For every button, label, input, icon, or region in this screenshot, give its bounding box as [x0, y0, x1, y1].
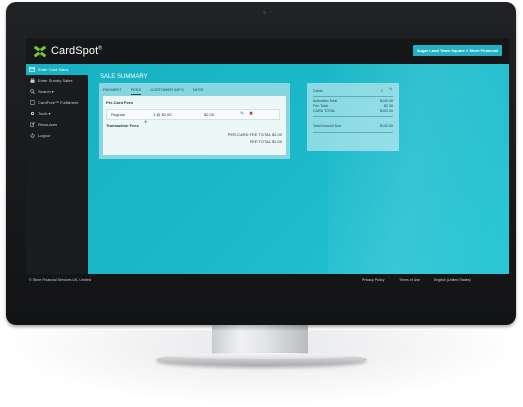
page-title: SALE SUMMARY: [100, 74, 148, 80]
footer: © Store Financial Services US, Limited P…: [26, 274, 509, 288]
sidebar-item-label: Enter Sundry Sales: [38, 78, 73, 83]
fee-total: FEE TOTAL $2.00: [249, 139, 282, 144]
sidebar-item-cardfree-fulfillment[interactable]: CardFree™ Fulfillment: [26, 97, 88, 108]
sidebar-item-search[interactable]: Search ▾: [26, 86, 88, 97]
transaction-fees-heading: Transaction Fees: [106, 123, 139, 128]
fee-total-value: $2.00: [384, 104, 393, 108]
sidebar-item-label: Search ▾: [38, 89, 54, 94]
sidebar-item-label: Enter Card Sales: [38, 67, 69, 72]
tab-payment[interactable]: PAYMENT: [103, 87, 122, 95]
main-content: SALE SUMMARY PAYMENT FEES CUSTOMER INFO …: [88, 64, 509, 274]
activation-total-value: $100.00: [380, 99, 393, 103]
privacy-policy-link[interactable]: Privacy Policy: [362, 278, 384, 282]
fee-row: Regular 1 @ $2.00 $2.00 ✎ ✖: [106, 109, 280, 120]
sidebar-item-label: Tools ▾: [38, 111, 51, 116]
sale-summary-panel: PAYMENT FEES CUSTOMER INFO NOTE Per-Card…: [99, 83, 290, 159]
sensor-dot: [270, 11, 272, 13]
fee-name: Regular: [111, 112, 126, 117]
card-icon: [29, 67, 35, 73]
card-total-value: $102.00: [380, 109, 393, 113]
sidebar-item-label: CardFree™ Fulfillment: [38, 100, 79, 105]
app-screen: CardSpot® Sugar Land Town Square > Store…: [26, 38, 509, 288]
fees-section: Per-Card Fees Regular 1 @ $2.00 $2.00 ✎ …: [103, 96, 286, 155]
edit-pencil-icon[interactable]: ✎: [240, 111, 244, 117]
search-icon: [29, 89, 35, 95]
sidebar-item-resources[interactable]: Resources: [26, 119, 88, 130]
per-card-fee-total: PER-CARD FEE TOTAL $2.00: [227, 132, 282, 137]
doc-icon: [29, 100, 35, 106]
cards-summary-panel: Cards 1 ✎ Activation Total $100.00 Fee T…: [307, 83, 399, 151]
tab-fees[interactable]: FEES: [130, 87, 142, 95]
stand-base-top: [170, 353, 353, 359]
amount-due-label: Total Amount Due: [313, 124, 342, 128]
edit-cards-icon[interactable]: ✎: [389, 87, 393, 93]
divider: [313, 116, 393, 117]
bag-icon: [29, 78, 35, 84]
logo-mark-icon: [33, 45, 47, 58]
divider: [313, 96, 393, 97]
sidebar-item-enter-card-sales[interactable]: Enter Card Sales: [26, 64, 88, 75]
per-card-fees-heading: Per-Card Fees: [106, 100, 134, 105]
power-icon: [29, 133, 35, 139]
amount-due-value: $102.00: [380, 124, 393, 128]
top-bar: CardSpot® Sugar Land Town Square > Store…: [26, 38, 509, 64]
external-link-icon: [29, 122, 35, 128]
fee-amount: $2.00: [204, 112, 215, 117]
activation-total-label: Activation Total: [313, 99, 338, 103]
sidebar-item-enter-sundry-sales[interactable]: Enter Sundry Sales: [26, 75, 88, 86]
fee-qty-price: 1 @ $2.00: [153, 112, 172, 117]
delete-x-icon[interactable]: ✖: [249, 111, 253, 117]
copyright-text: © Store Financial Services US, Limited: [29, 278, 91, 282]
sidebar: Enter Card Sales Enter Sundry Sales Sear…: [26, 64, 88, 274]
divider: [313, 132, 393, 133]
logo-text: CardSpot®: [51, 45, 103, 57]
sidebar-item-label: Logout: [38, 133, 51, 138]
cardspot-logo[interactable]: CardSpot®: [33, 44, 103, 58]
language-selector[interactable]: English (United States): [434, 278, 471, 282]
gear-icon: [29, 111, 35, 117]
stand-shadow: [212, 325, 308, 331]
store-selector-button[interactable]: Sugar Land Town Square > Store Financial: [412, 45, 502, 56]
sidebar-item-logout[interactable]: Logout: [26, 130, 88, 141]
camera-dot: [263, 11, 266, 14]
fee-total-label: Fee Total: [313, 104, 328, 108]
tab-note[interactable]: NOTE: [193, 87, 204, 95]
card-total-label: CARD TOTAL: [313, 109, 336, 113]
sidebar-item-label: Resources: [38, 122, 58, 127]
terms-of-use-link[interactable]: Terms of Use: [399, 278, 420, 282]
tab-bar: PAYMENT FEES CUSTOMER INFO NOTE: [103, 87, 213, 95]
sidebar-item-tools[interactable]: Tools ▾: [26, 108, 88, 119]
tab-customer-info[interactable]: CUSTOMER INFO: [150, 87, 183, 95]
cards-count: 1: [381, 89, 383, 93]
add-plus-icon[interactable]: +: [144, 120, 148, 126]
cards-title: Cards: [313, 89, 323, 93]
